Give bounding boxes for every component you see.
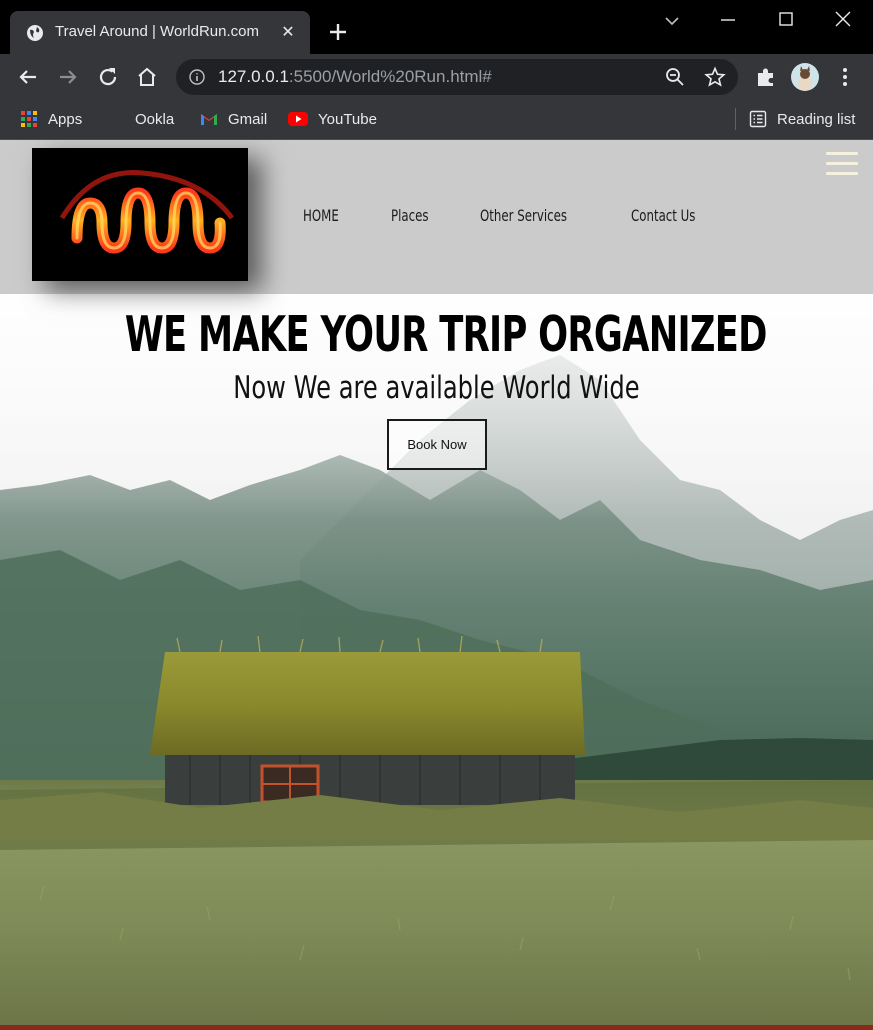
url-path: :5500/World%20Run.html#: [288, 67, 492, 86]
reading-list-label: Reading list: [777, 110, 856, 128]
new-tab-icon[interactable]: [322, 16, 354, 48]
bookmark-star-icon[interactable]: [704, 66, 726, 88]
chrome-menu-icon[interactable]: [831, 63, 859, 91]
address-bar[interactable]: 127.0.0.1:5500/World%20Run.html#: [176, 59, 738, 95]
profile-avatar[interactable]: [791, 63, 819, 91]
url-text: 127.0.0.1:5500/World%20Run.html#: [218, 67, 492, 87]
browser-tab[interactable]: Travel Around | WorldRun.com ✕: [10, 11, 310, 54]
nav-other-services[interactable]: Other Services: [480, 206, 567, 225]
bookmarks-bar: Apps Ookla Gmail YouTube Reading list: [0, 100, 873, 140]
gmail-icon: [201, 114, 217, 125]
web-page: HOME Places Other Services Contact Us WE…: [0, 140, 873, 1030]
tab-title: Travel Around | WorldRun.com: [55, 23, 259, 40]
hero-title-text: WE MAKE YOUR TRIP ORGANIZED: [124, 306, 768, 363]
bookmark-youtube[interactable]: YouTube: [288, 108, 377, 130]
bookmark-label: YouTube: [318, 110, 377, 128]
browser-toolbar: 127.0.0.1:5500/World%20Run.html#: [0, 54, 873, 100]
forward-icon[interactable]: [54, 63, 82, 91]
bookmark-label: Ookla: [135, 110, 175, 128]
tab-close-icon[interactable]: ✕: [278, 23, 298, 43]
bookmark-label: Gmail: [228, 110, 268, 128]
bookmarks-divider: [735, 108, 736, 130]
back-icon[interactable]: [14, 63, 42, 91]
bookmark-apps[interactable]: Apps: [20, 108, 82, 130]
nav-contact-us[interactable]: Contact Us: [631, 206, 695, 225]
reading-list-button[interactable]: Reading list: [749, 108, 855, 130]
site-info-icon[interactable]: [189, 69, 205, 85]
hero-title: WE MAKE YOUR TRIP ORGANIZED: [0, 306, 873, 363]
site-logo[interactable]: [32, 148, 248, 281]
hero-subtitle: Now We are available World Wide: [0, 370, 873, 406]
close-window-icon[interactable]: [828, 6, 858, 36]
bookmark-label: Apps: [48, 110, 83, 128]
nav-places[interactable]: Places: [391, 206, 429, 225]
home-icon[interactable]: [133, 63, 161, 91]
browser-titlebar: Travel Around | WorldRun.com ✕: [0, 0, 873, 54]
maximize-icon[interactable]: [771, 6, 801, 36]
book-now-button[interactable]: Book Now: [387, 419, 487, 470]
reading-list-icon: [749, 110, 767, 128]
extensions-puzzle-icon[interactable]: [752, 63, 780, 91]
heating-coil-logo-icon: [59, 170, 234, 254]
url-host: 127.0.0.1: [218, 67, 289, 86]
globe-icon: [27, 25, 43, 41]
main-nav: HOME Places Other Services Contact Us: [303, 206, 753, 225]
apps-grid-icon: [21, 111, 37, 127]
zoom-icon[interactable]: [665, 67, 685, 87]
hero-subtitle-text: Now We are available World Wide: [233, 370, 640, 406]
youtube-icon: [288, 112, 308, 126]
nav-home[interactable]: HOME: [303, 206, 339, 225]
tab-search-chevron-icon[interactable]: [657, 6, 687, 36]
reload-icon[interactable]: [94, 63, 122, 91]
minimize-icon[interactable]: [713, 6, 743, 36]
hamburger-menu-icon[interactable]: [826, 152, 858, 176]
bookmark-gmail[interactable]: Gmail: [200, 108, 267, 130]
ookla-icon: [107, 110, 125, 128]
site-header: HOME Places Other Services Contact Us: [0, 140, 873, 294]
bookmark-ookla[interactable]: Ookla: [107, 108, 174, 130]
